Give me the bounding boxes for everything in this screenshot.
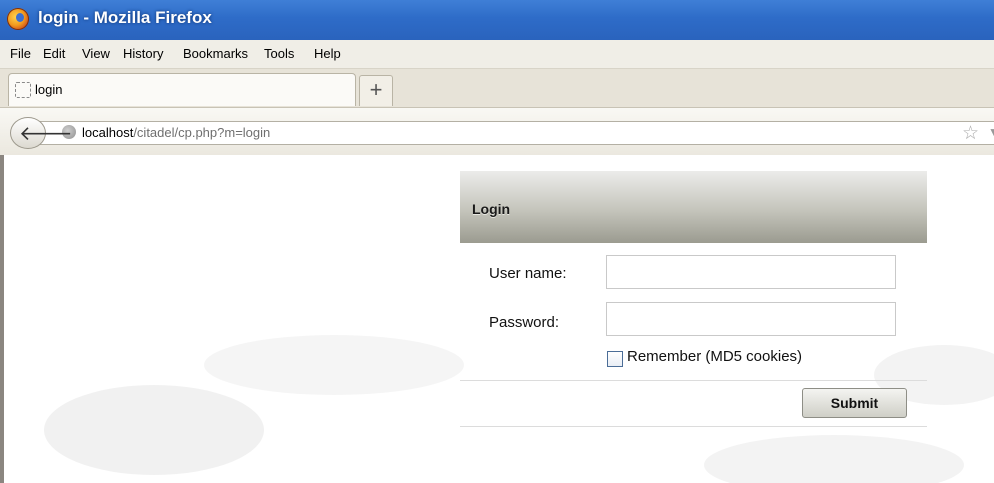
submit-button[interactable]: Submit <box>802 388 907 418</box>
menu-file[interactable]: File <box>10 46 31 61</box>
background-map-shape <box>44 385 264 475</box>
menu-bar: File Edit View History Bookmarks Tools H… <box>0 40 994 69</box>
menu-history[interactable]: History <box>123 46 163 61</box>
menu-bookmarks[interactable]: Bookmarks <box>183 46 248 61</box>
menu-edit[interactable]: Edit <box>43 46 65 61</box>
divider <box>460 380 927 381</box>
menu-help[interactable]: Help <box>314 46 341 61</box>
username-input[interactable] <box>606 255 896 289</box>
window-title: login - Mozilla Firefox <box>38 8 212 27</box>
navigation-bar: localhost/citadel/cp.php?m=login ☆ ▼ C 🡐 <box>0 107 994 156</box>
url-bar[interactable]: localhost/citadel/cp.php?m=login ☆ ▼ C <box>38 121 994 145</box>
tab-label: login <box>35 82 63 97</box>
remember-checkbox[interactable] <box>607 351 623 367</box>
username-label: User name: <box>489 265 567 282</box>
back-button[interactable]: 🡐 <box>10 117 73 149</box>
login-header: Login <box>460 171 927 243</box>
login-form: Login User name: Password: Remember (MD5… <box>460 171 927 427</box>
login-title: Login <box>472 201 511 217</box>
menu-tools[interactable]: Tools <box>264 46 294 61</box>
password-label: Password: <box>489 314 560 331</box>
url-text: localhost/citadel/cp.php?m=login <box>82 125 270 140</box>
url-path: /citadel/cp.php?m=login <box>133 125 271 140</box>
firefox-logo-icon <box>7 8 29 30</box>
background-map-shape <box>704 435 964 483</box>
blank-page-icon <box>15 82 31 98</box>
new-tab-button[interactable]: + <box>359 75 393 106</box>
page-content: Login User name: Password: Remember (MD5… <box>0 155 994 483</box>
background-map-shape <box>204 335 464 395</box>
tab-login[interactable]: login <box>8 73 356 106</box>
password-input[interactable] <box>606 302 896 336</box>
remember-label[interactable]: Remember (MD5 cookies) <box>627 348 802 365</box>
window-title-bar: login - Mozilla Firefox <box>0 0 994 40</box>
history-dropdown-icon[interactable]: ▼ <box>988 125 994 139</box>
back-arrow-icon: 🡐 <box>19 123 73 145</box>
menu-view[interactable]: View <box>82 46 110 61</box>
url-host: localhost <box>82 125 134 140</box>
bookmark-star-icon[interactable]: ☆ <box>962 122 979 145</box>
tab-strip: login + <box>0 69 994 107</box>
divider <box>460 426 927 427</box>
